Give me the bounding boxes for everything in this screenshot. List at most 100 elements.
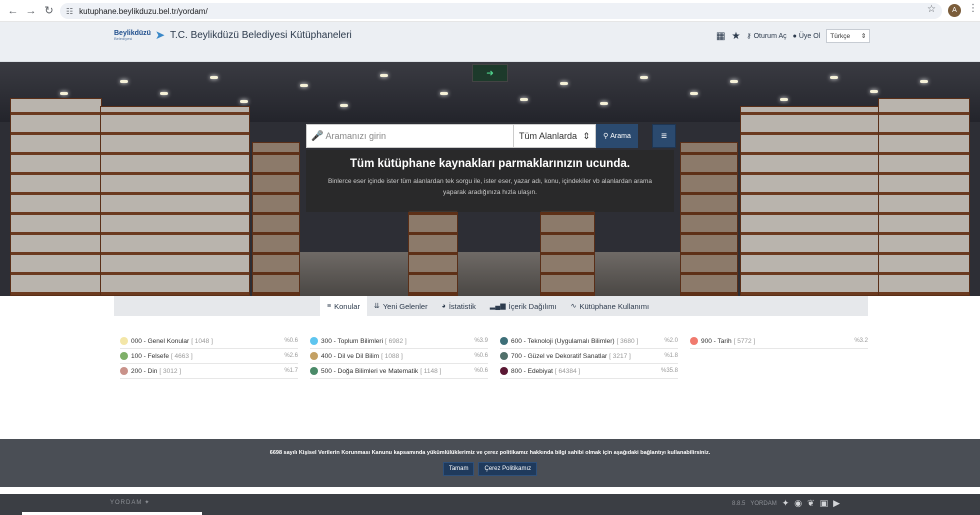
category-column: 900 - Tarih[ 5772 ] %3.2 [690, 334, 868, 349]
site-settings-icon[interactable]: ☷ [66, 7, 73, 16]
category-count: [ 1148 ] [420, 367, 442, 375]
category-item[interactable]: 600 - Teknoloji (Uygulamalı Bilimler)[ 3… [500, 334, 678, 349]
language-select[interactable]: Türkçe ⇕ [826, 29, 871, 43]
hero-banner: ➜ 🎤 Aramanızı girin Tüm Alanlarda ⇕ ⚲ Ar… [0, 62, 980, 296]
line-chart-icon: ∿ [570, 303, 577, 310]
bookshelf-right-outer [878, 98, 970, 296]
category-name: 500 - Doğa Bilimleri ve Matematik [321, 367, 419, 375]
category-item[interactable]: 900 - Tarih[ 5772 ] %3.2 [690, 334, 868, 349]
twitter-icon[interactable]: ❦ [807, 498, 815, 509]
yordam-mark-icon: ✦ [144, 500, 151, 506]
bookshelf-right-inner [680, 142, 738, 296]
bookshelf-left [100, 106, 250, 296]
category-name: 000 - Genel Konular [131, 337, 190, 345]
category-percent: %3.2 [854, 338, 868, 344]
hero-description: Binlerce eser içinde ister tüm alanlarda… [327, 178, 653, 197]
search-scope-value: Tüm Alanlarda [519, 131, 578, 141]
cookie-banner: 6698 sayılı Kişisel Verilerin Korunması … [0, 439, 980, 487]
calendar-icon[interactable]: ▦ [716, 31, 725, 42]
ceiling-lamp [600, 102, 608, 105]
category-column: 000 - Genel Konular[ 1048 ] %0.6 100 - Fel… [120, 334, 298, 379]
youtube-icon[interactable]: ▶ [833, 498, 840, 509]
language-value: Türkçe [830, 32, 851, 40]
category-color-dot [500, 352, 508, 360]
category-color-dot [690, 337, 698, 345]
bookshelf-center-left [408, 210, 458, 296]
forward-icon[interactable]: → [22, 2, 40, 20]
profile-avatar[interactable]: A [948, 4, 961, 17]
category-column: 600 - Teknoloji (Uygulamalı Bilimler)[ 3… [500, 334, 678, 379]
hero-tagline-box: Tüm kütüphane kaynakları parmaklarınızın… [306, 150, 674, 212]
select-arrows-icon: ⇕ [582, 130, 590, 141]
tab-kutuphane-kullanimi[interactable]: ∿ Kütüphane Kullanımı [564, 296, 657, 316]
cookie-ok-button[interactable]: Tamam [442, 462, 475, 476]
select-arrows-icon: ⇕ [860, 33, 867, 40]
category-item[interactable]: 100 - Felsefe[ 4663 ] %2.6 [120, 349, 298, 364]
bookshelf-right [740, 106, 880, 296]
yordam-mark-icon: ✦ [781, 498, 790, 508]
browser-toolbar: ← → ↻ ☷ kutuphane.beylikduzu.bel.tr/yord… [0, 0, 980, 22]
category-name: 900 - Tarih [701, 337, 732, 345]
category-count: [ 64384 ] [554, 367, 581, 375]
back-icon[interactable]: ← [4, 2, 22, 20]
bookmark-star-icon[interactable]: ☆ [927, 4, 936, 15]
category-item[interactable]: 200 - Din[ 3012 ] %1.7 [120, 364, 298, 379]
category-count: [ 3217 ] [609, 352, 631, 360]
tab-label: İçerik Dağılımı [508, 301, 557, 311]
signup-link[interactable]: ● Üye Ol [793, 33, 821, 40]
ceiling-lamp [920, 80, 928, 83]
facebook-icon[interactable]: ◉ [794, 498, 802, 509]
footer-logo[interactable]: YORDAM ✦ [110, 499, 151, 507]
category-percent: %2.0 [664, 338, 678, 344]
category-percent: %2.6 [284, 353, 298, 359]
category-item[interactable]: 700 - Güzel ve Dekoratif Sanatlar[ 3217 … [500, 349, 678, 364]
category-name: 800 - Edebiyat [511, 367, 553, 375]
category-count: [ 1088 ] [381, 352, 403, 360]
microphone-icon[interactable]: 🎤 [311, 131, 323, 142]
search-input[interactable]: 🎤 Aramanızı girin [306, 124, 514, 148]
logo-swoosh-icon: ➤ [154, 28, 166, 42]
ceiling-lamp [690, 92, 698, 95]
tab-konular[interactable]: ≡ Konular [320, 296, 367, 316]
ceiling-lamp [340, 104, 348, 107]
address-bar[interactable]: ☷ kutuphane.beylikduzu.bel.tr/yordam/ ☆ [60, 3, 942, 19]
signal-bars-icon: ▂▄▆ [489, 303, 506, 310]
tab-istatistik[interactable]: ◕ İstatistik [435, 296, 483, 316]
tab-yeni-gelenler[interactable]: ⇊ Yeni Gelenler [367, 296, 435, 316]
reload-icon[interactable]: ↻ [40, 2, 58, 20]
search-button[interactable]: ⚲ Arama [596, 124, 638, 148]
ceiling-lamp [830, 76, 838, 79]
category-item[interactable]: 000 - Genel Konular[ 1048 ] %0.6 [120, 334, 298, 349]
category-item[interactable]: 400 - Dil ve Dil Bilim[ 1088 ] %0.6 [310, 349, 488, 364]
ceiling-lamp [240, 100, 248, 103]
list-icon: ≡ [661, 130, 667, 142]
category-percent: %0.6 [284, 338, 298, 344]
category-percent: %35.8 [660, 368, 678, 374]
cookie-policy-button[interactable]: Çerez Politikamız [478, 462, 538, 476]
list-view-button[interactable]: ≡ [652, 124, 676, 148]
ceiling-lamp [440, 92, 448, 95]
site-logo[interactable]: Beylikdüzü Belediyesi ➤ T.C. Beylikdüzü … [114, 28, 352, 42]
browser-menu-icon[interactable]: ⋮ [968, 3, 978, 14]
category-color-dot [310, 352, 318, 360]
category-percent: %3.9 [474, 338, 488, 344]
category-item[interactable]: 800 - Edebiyat[ 64384 ] %35.8 [500, 364, 678, 379]
search-scope-select[interactable]: Tüm Alanlarda ⇕ [514, 124, 596, 148]
footer-brand: YORDAM [110, 499, 143, 506]
tab-icerik-dagilimi[interactable]: ▂▄▆ İçerik Dağılımı [483, 296, 564, 316]
ceiling-lamp [560, 82, 568, 85]
ceiling-lamp [300, 84, 308, 87]
ceiling-lamp [210, 76, 218, 79]
instagram-icon[interactable]: ▣ [820, 498, 829, 509]
footer-right: 8.8.5 YORDAM ✦ ◉ ❦ ▣ ▶ [732, 498, 840, 509]
category-item[interactable]: 500 - Doğa Bilimleri ve Matematik[ 1148 … [310, 364, 488, 379]
login-label: Oturum Aç [753, 32, 787, 40]
login-link[interactable]: ⚷ Oturum Aç [746, 32, 787, 41]
key-icon: ⚷ [746, 33, 752, 40]
logo-mark: Beylikdüzü Belediyesi [114, 29, 151, 41]
category-item[interactable]: 300 - Toplum Bilimleri[ 6982 ] %3.9 [310, 334, 488, 349]
star-icon[interactable]: ★ [731, 31, 740, 42]
exit-sign-icon: ➜ [472, 64, 508, 82]
header-tools: ▦ ★ ⚷ Oturum Aç ● Üye Ol Türkçe ⇕ [716, 29, 871, 43]
category-count: [ 3012 ] [159, 367, 182, 375]
